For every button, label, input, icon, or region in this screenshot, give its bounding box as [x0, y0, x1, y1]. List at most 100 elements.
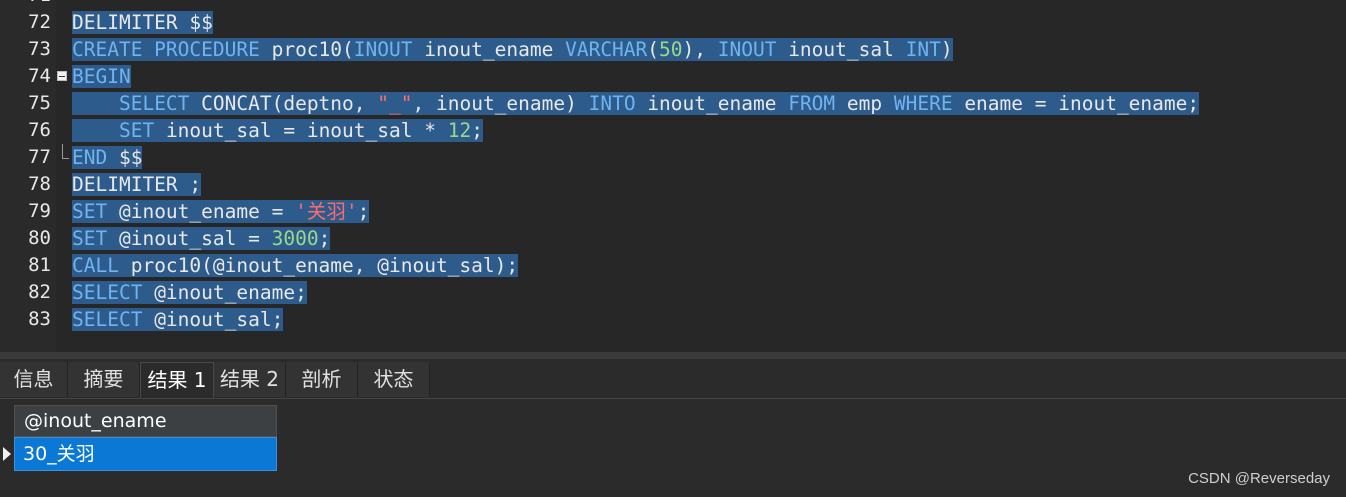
line-number: 78 [28, 173, 51, 195]
code-token: DELIMITER $$ [72, 11, 213, 34]
code-text: SELECT @inout_ename; [72, 279, 307, 306]
code-token: END [72, 146, 108, 169]
code-line: 80 SET @inout_sal = 3000; [0, 225, 1346, 252]
code-text: SET @inout_ename = '关羽'; [72, 198, 370, 225]
code-token: 3000 [271, 227, 319, 250]
line-number: 79 [28, 200, 51, 222]
code-text: DELIMITER $$ [72, 9, 213, 36]
code-line: 77 END $$ [0, 144, 1346, 171]
code-token: inout_ename [412, 38, 566, 61]
tab-result-2[interactable]: 结果 2 [214, 362, 286, 397]
code-line: 76 SET inout_sal = inout_sal * 12; [0, 117, 1346, 144]
pane-splitter[interactable] [0, 352, 1346, 359]
code-line: 71 [0, 0, 1346, 9]
code-token: INT [905, 38, 941, 61]
code-token: 50 [659, 38, 683, 61]
code-token: SELECT [72, 281, 143, 304]
sql-editor[interactable]: 71 72 DELIMITER $$ 73 CREATE PROCEDURE proc1… [0, 0, 1346, 352]
code-token: ) [940, 38, 953, 61]
code-token: ; [471, 119, 483, 142]
code-token: @inout_ename; [142, 281, 307, 304]
code-text: SET @inout_sal = 3000; [72, 225, 331, 252]
code-token: '关羽' [295, 200, 358, 223]
tab-profile[interactable]: 剖析 [286, 362, 358, 397]
code-line: 81 CALL proc10(@inout_ename, @inout_sal); [0, 252, 1346, 279]
tab-status[interactable]: 状态 [358, 362, 430, 397]
code-token: ; [357, 200, 370, 223]
code-token: @inout_ename = [107, 200, 296, 223]
code-token: $$ [107, 146, 143, 169]
code-token: @inout_sal = [107, 227, 272, 250]
code-token: 12 [447, 119, 472, 142]
line-number: 76 [28, 119, 51, 141]
code-token: "_" [377, 92, 413, 115]
code-token: SET [72, 200, 108, 223]
code-text: END $$ [72, 144, 143, 171]
code-text: BEGIN [72, 63, 131, 90]
code-token: INOUT [353, 38, 413, 61]
line-number: 82 [28, 281, 51, 303]
watermark: CSDN @Reverseday [1188, 470, 1330, 487]
code-text: SELECT CONCAT(deptno, "_", inout_ename) … [72, 90, 1200, 117]
code-line: 83 SELECT @inout_sal; [0, 306, 1346, 333]
code-token: , inout_ename) [412, 92, 589, 115]
line-number: 73 [28, 38, 51, 60]
line-number: 77 [28, 146, 51, 168]
code-line: 75 SELECT CONCAT(deptno, "_", inout_enam… [0, 90, 1346, 117]
code-token: INTO [588, 92, 636, 115]
code-line: 73 CREATE PROCEDURE proc10(INOUT inout_en… [0, 36, 1346, 63]
code-token: SET [118, 119, 155, 142]
tab-result-1[interactable]: 结果 1 [140, 362, 214, 398]
code-token: @inout_sal; [142, 308, 284, 331]
code-token: VARCHAR [565, 38, 648, 61]
line-number: 83 [28, 308, 51, 330]
tab-summary[interactable]: 摘要 [68, 362, 140, 397]
code-token: inout_sal = inout_sal * [154, 119, 448, 142]
code-token: inout_sal [776, 38, 906, 61]
line-number: 71 [0, 0, 51, 9]
code-token: CALL [72, 254, 119, 277]
code-line: 82 SELECT @inout_ename; [0, 279, 1346, 306]
column-header-inout-ename[interactable]: @inout_ename [14, 405, 277, 437]
tab-info[interactable]: 信息 [0, 362, 68, 397]
code-line: 72 DELIMITER $$ [0, 9, 1346, 36]
code-text: CALL proc10(@inout_ename, @inout_sal); [72, 252, 519, 279]
line-number: 72 [28, 11, 51, 33]
code-token: ), [682, 38, 718, 61]
line-number: 81 [28, 254, 51, 276]
code-token: CREATE PROCEDURE [72, 38, 260, 61]
current-row-arrow-icon [0, 437, 14, 471]
line-number: 75 [28, 92, 51, 114]
fold-end-marker [62, 144, 69, 159]
code-token: SELECT [72, 308, 143, 331]
code-token: ; [318, 227, 331, 250]
code-text: DELIMITER ; [72, 171, 202, 198]
line-number: 80 [28, 227, 51, 249]
code-line: 78 DELIMITER ; [0, 171, 1346, 198]
result-tabs: 信息 摘要 结果 1 结果 2 剖析 状态 [0, 359, 1346, 399]
code-token: BEGIN [72, 65, 131, 88]
code-token: inout_ename [635, 92, 789, 115]
code-text: CREATE PROCEDURE proc10(INOUT inout_enam… [72, 36, 953, 63]
code-text: SET inout_sal = inout_sal * 12; [72, 117, 483, 144]
code-token: proc10(@inout_ename, @inout_sal); [118, 254, 519, 277]
code-line: 79 SET @inout_ename = '关羽'; [0, 198, 1346, 225]
code-token: CONCAT(deptno, [189, 92, 378, 115]
code-token: INOUT [717, 38, 777, 61]
code-token: FROM [788, 92, 836, 115]
code-token: SET [72, 227, 108, 250]
line-number: 74 [28, 65, 51, 87]
code-token: DELIMITER ; [72, 173, 202, 196]
result-cell[interactable]: 30_关羽 [14, 437, 277, 471]
fold-collapse-icon[interactable] [57, 71, 67, 81]
code-token: SELECT [118, 92, 190, 115]
code-token: ename = inout_ename; [952, 92, 1200, 115]
code-token: proc10( [259, 38, 354, 61]
code-token: WHERE [893, 92, 953, 115]
code-text: SELECT @inout_sal; [72, 306, 284, 333]
code-token: ( [647, 38, 660, 61]
code-token: emp [835, 92, 894, 115]
code-line: 74 BEGIN [0, 63, 1346, 90]
